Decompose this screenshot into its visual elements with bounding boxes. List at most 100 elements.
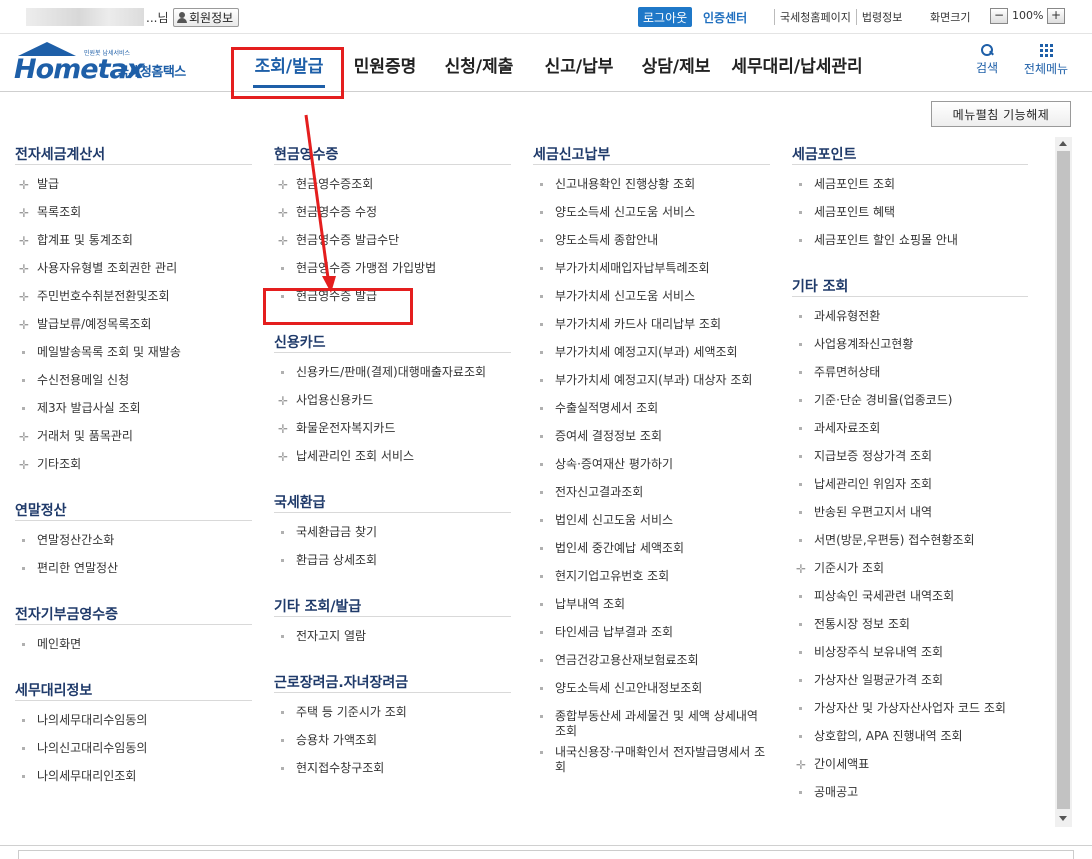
menu-item[interactable]: ✛ 발급보류/예정목록조회: [15, 311, 252, 339]
gnb-item-report-pay[interactable]: 신고/납부: [529, 34, 629, 92]
menu-item[interactable]: 현지기업고유번호 조회: [533, 563, 770, 591]
menu-expand-toggle-button[interactable]: 메뉴펼침 기능해제: [931, 101, 1071, 127]
menu-item[interactable]: 피상속인 국세관련 내역조회: [792, 583, 1028, 611]
menu-item[interactable]: 과세유형전환: [792, 303, 1028, 331]
menu-item[interactable]: 세금포인트 할인 쇼핑몰 안내: [792, 227, 1028, 255]
menu-item[interactable]: 법인세 중간예납 세액조회: [533, 535, 770, 563]
law-info-link[interactable]: 법령정보: [855, 9, 907, 25]
menu-item[interactable]: 종합부동산세 과세물건 및 세액 상세내역 조회: [533, 703, 770, 739]
menu-item[interactable]: ✛ 납세관리인 조회 서비스: [274, 443, 511, 471]
menu-item[interactable]: ✛ 주민번호수취분전환및조회: [15, 283, 252, 311]
menu-item[interactable]: 전통시장 정보 조회: [792, 611, 1028, 639]
menu-section-title[interactable]: 국세환급: [274, 485, 511, 513]
menu-item[interactable]: 수출실적명세서 조회: [533, 395, 770, 423]
hometax-logo[interactable]: 민원봇 납세서비스 Hometax 국세청홈택스: [14, 39, 216, 85]
menu-item[interactable]: 내국신용장·구매확인서 전자발급명세서 조회: [533, 739, 770, 775]
menu-item[interactable]: ✛ 현금영수증 발급수단: [274, 227, 511, 255]
certification-center-link[interactable]: 인증센터: [703, 9, 747, 26]
menu-item[interactable]: 부가가치세 카드사 대리납부 조회: [533, 311, 770, 339]
menu-section-title[interactable]: 전자기부금영수증: [15, 597, 252, 625]
menu-item[interactable]: 양도소득세 종합안내: [533, 227, 770, 255]
gnb-item-tax-agent[interactable]: 세무대리/납세관리: [723, 34, 871, 92]
menu-item[interactable]: 양도소득세 신고도움 서비스: [533, 199, 770, 227]
menu-section-title[interactable]: 기타 조회/발급: [274, 589, 511, 617]
menu-item[interactable]: 신용카드/판매(결제)대행매출자료조회: [274, 359, 511, 387]
menu-item[interactable]: 서면(방문,우편등) 접수현황조회: [792, 527, 1028, 555]
menu-item[interactable]: 주택 등 기준시가 조회: [274, 699, 511, 727]
menu-item[interactable]: ✛ 합계표 및 통계조회: [15, 227, 252, 255]
gnb-item-civil-certificate[interactable]: 민원증명: [341, 34, 429, 92]
logout-button[interactable]: 로그아웃: [638, 7, 693, 27]
menu-item[interactable]: 부가가치세 신고도움 서비스: [533, 283, 770, 311]
menu-item[interactable]: 공매공고: [792, 779, 1028, 807]
menu-section-title[interactable]: 세금포인트: [792, 137, 1028, 165]
menu-item[interactable]: 승용차 가액조회: [274, 727, 511, 755]
menu-section-title[interactable]: 신용카드: [274, 325, 511, 353]
menu-item[interactable]: 메인화면: [15, 631, 252, 659]
menu-item[interactable]: 세금포인트 조회: [792, 171, 1028, 199]
menu-item[interactable]: 부가가치세매입자납부특례조회: [533, 255, 770, 283]
menu-item[interactable]: 현금영수증 가맹점 가입방법: [274, 255, 511, 283]
nts-homepage-link[interactable]: 국세청홈페이지: [774, 9, 856, 25]
search-button[interactable]: 검색: [970, 40, 1004, 76]
menu-item[interactable]: ✛ 사업용신용카드: [274, 387, 511, 415]
menu-item[interactable]: 연말정산간소화: [15, 527, 252, 555]
menu-item[interactable]: 현지접수창구조회: [274, 755, 511, 783]
menu-section-title[interactable]: 세무대리정보: [15, 673, 252, 701]
menu-item[interactable]: 편리한 연말정산: [15, 555, 252, 583]
menu-item[interactable]: ✛ 발급: [15, 171, 252, 199]
menu-item[interactable]: 비상장주식 보유내역 조회: [792, 639, 1028, 667]
menu-item[interactable]: 반송된 우편고지서 내역: [792, 499, 1028, 527]
menu-section-title[interactable]: 세금신고납부: [533, 137, 770, 165]
menu-item[interactable]: ✛ 목록조회: [15, 199, 252, 227]
menu-item[interactable]: ✛ 기준시가 조회: [792, 555, 1028, 583]
gnb-item-apply-submit[interactable]: 신청/제출: [429, 34, 529, 92]
menu-item[interactable]: 제3자 발급사실 조회: [15, 395, 252, 423]
menu-item[interactable]: ✛ 간이세액표: [792, 751, 1028, 779]
menu-item[interactable]: 타인세금 납부결과 조회: [533, 619, 770, 647]
scroll-up-arrow-icon[interactable]: [1059, 141, 1067, 146]
scroll-down-arrow-icon[interactable]: [1059, 816, 1067, 821]
menu-section-title[interactable]: 연말정산: [15, 493, 252, 521]
zoom-out-button[interactable]: −: [990, 8, 1008, 24]
menu-section-title[interactable]: 기타 조회: [792, 269, 1028, 297]
menu-item[interactable]: ✛ 기타조회: [15, 451, 252, 479]
menu-item[interactable]: 나의신고대리수임동의: [15, 735, 252, 763]
menu-item[interactable]: ✛ 사용자유형별 조회권한 관리: [15, 255, 252, 283]
menu-item[interactable]: 수신전용메일 신청: [15, 367, 252, 395]
menu-item[interactable]: 기준·단순 경비율(업종코드): [792, 387, 1028, 415]
menu-item[interactable]: 지급보증 정상가격 조회: [792, 443, 1028, 471]
menu-item[interactable]: 부가가치세 예정고지(부과) 세액조회: [533, 339, 770, 367]
menu-item[interactable]: 법인세 신고도움 서비스: [533, 507, 770, 535]
menu-item[interactable]: ✛ 현금영수증 수정: [274, 199, 511, 227]
menu-item[interactable]: 주류면허상태: [792, 359, 1028, 387]
gnb-item-consult-report[interactable]: 상담/제보: [629, 34, 723, 92]
menu-item[interactable]: 증여세 결정정보 조회: [533, 423, 770, 451]
menu-item[interactable]: 상호합의, APA 진행내역 조회: [792, 723, 1028, 751]
scrollbar-thumb[interactable]: [1057, 151, 1070, 809]
menu-item[interactable]: 전자신고결과조회: [533, 479, 770, 507]
vertical-scrollbar[interactable]: [1055, 137, 1072, 827]
menu-item[interactable]: 나의세무대리인조회: [15, 763, 252, 791]
menu-item[interactable]: 나의세무대리수임동의: [15, 707, 252, 735]
menu-section-title[interactable]: 근로장려금.자녀장려금: [274, 665, 511, 693]
menu-item[interactable]: 납부내역 조회: [533, 591, 770, 619]
menu-item[interactable]: 과세자료조회: [792, 415, 1028, 443]
menu-item[interactable]: 메일발송목록 조회 및 재발송: [15, 339, 252, 367]
menu-item[interactable]: 상속·증여재산 평가하기: [533, 451, 770, 479]
menu-item[interactable]: 가상자산 및 가상자산사업자 코드 조회: [792, 695, 1028, 723]
menu-item[interactable]: 환급금 상세조회: [274, 547, 511, 575]
menu-item[interactable]: 부가가치세 예정고지(부과) 대상자 조회: [533, 367, 770, 395]
menu-item[interactable]: 납세관리인 위임자 조회: [792, 471, 1028, 499]
zoom-in-button[interactable]: +: [1047, 8, 1065, 24]
menu-item[interactable]: ✛ 현금영수증조회: [274, 171, 511, 199]
member-info-button[interactable]: 회원정보: [173, 8, 240, 27]
menu-item[interactable]: 세금포인트 혜택: [792, 199, 1028, 227]
menu-item[interactable]: 가상자산 일평균가격 조회: [792, 667, 1028, 695]
menu-section-title[interactable]: 전자세금계산서: [15, 137, 252, 165]
menu-item[interactable]: 전자고지 열람: [274, 623, 511, 651]
menu-item[interactable]: ✛ 화물운전자복지카드: [274, 415, 511, 443]
menu-item[interactable]: 국세환급금 찾기: [274, 519, 511, 547]
menu-item[interactable]: ✛ 거래처 및 품목관리: [15, 423, 252, 451]
menu-item[interactable]: 양도소득세 신고안내정보조회: [533, 675, 770, 703]
